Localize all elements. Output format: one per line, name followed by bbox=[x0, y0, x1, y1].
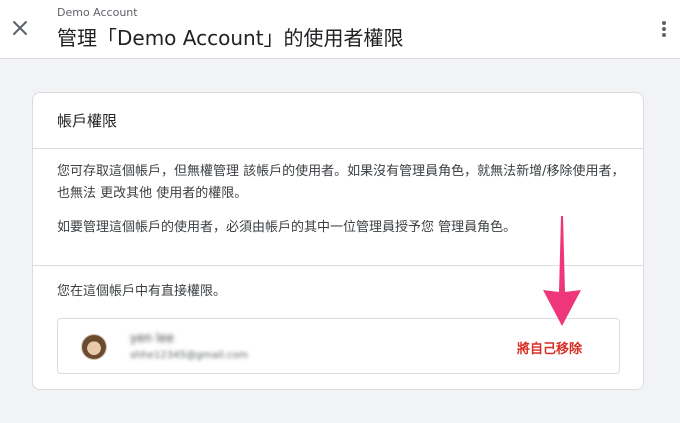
page-title: 管理「Demo Account」的使用者權限 bbox=[57, 26, 404, 50]
more-vert-icon bbox=[662, 21, 666, 37]
user-row: yen lee shhe12345@gmail.com 將自己移除 bbox=[57, 318, 620, 374]
user-email: shhe12345@gmail.com bbox=[130, 350, 249, 361]
close-button[interactable] bbox=[6, 14, 34, 42]
account-subtitle: Demo Account bbox=[57, 6, 138, 19]
direct-permission-text: 您在這個帳戶中有直接權限。 bbox=[57, 284, 227, 299]
user-name: yen lee bbox=[130, 331, 175, 345]
more-options-button[interactable] bbox=[654, 16, 674, 42]
close-icon bbox=[13, 21, 27, 35]
down-arrow-icon bbox=[543, 216, 581, 326]
remove-self-link[interactable]: 將自己移除 bbox=[517, 338, 582, 357]
card-title: 帳戶權限 bbox=[57, 112, 118, 130]
card-header: 帳戶權限 bbox=[33, 93, 643, 149]
top-app-bar: Demo Account 管理「Demo Account」的使用者權限 bbox=[0, 0, 680, 59]
avatar bbox=[82, 335, 106, 359]
no-admin-notice: 您可存取這個帳戶，但無權管理 該帳戶的使用者。如果沒有管理員角色，就無法新增/移… bbox=[57, 164, 625, 201]
